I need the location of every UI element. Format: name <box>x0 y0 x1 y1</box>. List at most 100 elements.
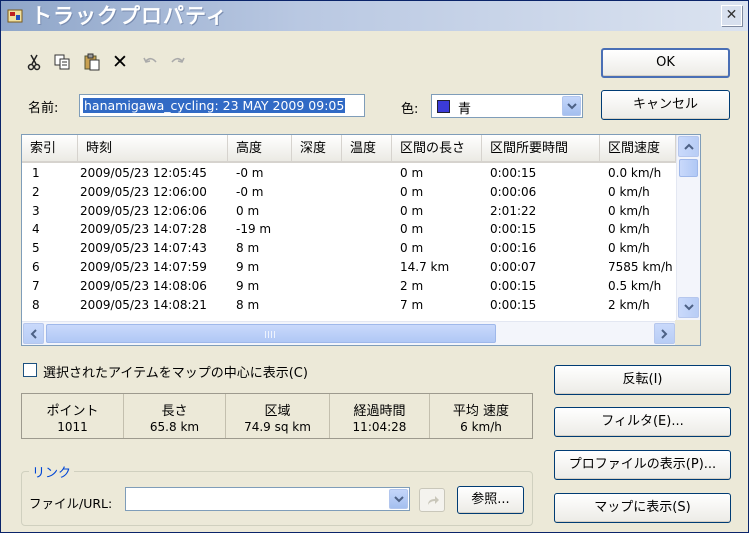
stat-elapsed-time: 経過時間 11:04:28 <box>330 394 430 438</box>
scroll-up-icon[interactable] <box>678 136 699 157</box>
track-points-table[interactable]: 索引 時刻 高度 深度 温度 区間の長さ 区間所要時間 区間速度 1 2009/0… <box>21 134 701 346</box>
cell-index: 7 <box>32 278 40 293</box>
chevron-down-icon[interactable] <box>562 96 581 116</box>
close-icon: ✕ <box>725 7 738 23</box>
cell-leg-time: 0:00:15 <box>490 222 537 237</box>
delete-icon[interactable]: ✕ <box>112 53 130 72</box>
stat-label: 平均 速度 <box>452 404 510 419</box>
cell-leg-time: 0:00:16 <box>490 241 537 256</box>
stat-label: ポイント <box>46 404 99 419</box>
column-header-time[interactable]: 時刻 <box>78 135 228 163</box>
undo-icon[interactable] <box>141 53 159 71</box>
scroll-grip <box>265 331 277 338</box>
file-url-label: ファイル/URL: <box>29 496 113 511</box>
table-row[interactable]: 2 2009/05/23 12:06:00 -0 m 0 m 0:00:06 0 km/h <box>22 184 675 203</box>
stat-value: 65.8 km <box>149 420 200 434</box>
stat-value: 74.9 sq km <box>244 420 311 434</box>
name-field[interactable]: hanamigawa_cycling: 23 MAY 2009 09:05 <box>79 94 365 117</box>
cell-leg-speed: 0 km/h <box>608 241 650 256</box>
table-row[interactable]: 5 2009/05/23 14:07:43 8 m 0 m 0:00:16 0 km/h <box>22 240 675 259</box>
cell-leg-length: 2 m <box>400 278 424 293</box>
cell-leg-length: 0 m <box>400 166 424 180</box>
center-on-map-label[interactable]: 選択されたアイテムをマップの中心に表示(C) <box>43 362 308 381</box>
cell-time: 2009/05/23 12:05:45 <box>80 166 207 180</box>
stat-value: 11:04:28 <box>352 420 407 434</box>
stat-value: 1011 <box>57 420 88 434</box>
table-row[interactable]: 1 2009/05/23 12:05:45 -0 m 0 m 0:00:15 0.0 km… <box>22 165 675 184</box>
ok-button[interactable]: OK <box>601 48 730 78</box>
column-header-leg-time[interactable]: 区間所要時間 <box>482 135 600 163</box>
show-on-map-button[interactable]: マップに表示(S) <box>554 493 731 523</box>
horizontal-scroll-thumb[interactable] <box>46 324 496 343</box>
table-row[interactable]: 6 2009/05/23 14:07:59 9 m 14.7 km 0:00:07 758… <box>22 259 675 278</box>
cell-leg-time: 2:01:22 <box>490 203 537 218</box>
color-label: 色: <box>401 102 419 117</box>
cell-index: 5 <box>32 241 40 256</box>
cell-altitude: 9 m <box>236 278 260 293</box>
cell-altitude: -0 m <box>236 184 264 199</box>
window-title: トラックプロパティ <box>31 4 228 28</box>
column-header-altitude[interactable]: 高度 <box>228 135 292 163</box>
show-profile-button[interactable]: プロファイルの表示(P)... <box>554 450 731 480</box>
column-header-depth[interactable]: 深度 <box>292 135 342 163</box>
table-row[interactable]: 4 2009/05/23 14:07:28 -19 m 0 m 0:00:15 0 km/… <box>22 221 675 240</box>
cell-time: 2009/05/23 12:06:00 <box>80 184 207 199</box>
table-row[interactable]: 3 2009/05/23 12:06:06 0 m 0 m 2:01:22 0 km/h <box>22 203 675 222</box>
color-select[interactable]: 青 <box>431 94 583 118</box>
paste-icon[interactable] <box>83 53 101 71</box>
reverse-button[interactable]: 反転(I) <box>554 365 731 395</box>
table-body: 1 2009/05/23 12:05:45 -0 m 0 m 0:00:15 0.0 km… <box>22 165 675 315</box>
cell-leg-speed: 0 km/h <box>608 222 650 237</box>
stat-area: 区域 74.9 sq km <box>226 394 330 438</box>
table-row[interactable]: 8 2009/05/23 14:08:21 8 m 7 m 0:00:15 2 km/h <box>22 297 675 316</box>
redo-icon[interactable] <box>169 53 187 71</box>
cancel-button[interactable]: キャンセル <box>601 90 730 120</box>
cell-leg-length: 14.7 km <box>400 259 450 274</box>
cell-index: 2 <box>32 184 40 199</box>
cell-leg-speed: 0.5 km/h <box>608 278 662 293</box>
name-value: hanamigawa_cycling: 23 MAY 2009 09:05 <box>83 98 346 113</box>
cell-leg-length: 0 m <box>400 241 424 256</box>
cell-leg-speed: 2 km/h <box>608 297 650 312</box>
horizontal-scrollbar[interactable] <box>22 321 676 345</box>
cell-time: 2009/05/23 14:08:06 <box>80 278 207 293</box>
chevron-down-icon[interactable] <box>389 489 408 509</box>
cell-time: 2009/05/23 14:07:28 <box>80 222 207 237</box>
table-header: 索引 時刻 高度 深度 温度 区間の長さ 区間所要時間 区間速度 <box>22 135 676 163</box>
vertical-scroll-thumb[interactable] <box>679 159 698 177</box>
stat-label: 長さ <box>161 404 188 419</box>
cell-altitude: 9 m <box>236 259 260 274</box>
app-icon <box>7 9 23 23</box>
cell-leg-speed: 0 km/h <box>608 203 650 218</box>
cut-icon[interactable] <box>25 53 43 71</box>
table-row[interactable]: 7 2009/05/23 14:08:06 9 m 2 m 0:00:15 0.5 km/… <box>22 278 675 297</box>
stat-label: 経過時間 <box>353 404 406 419</box>
track-stats: ポイント 1011 長さ 65.8 km 区域 74.9 sq km 経過時間 … <box>21 393 533 439</box>
column-header-leg-length[interactable]: 区間の長さ <box>392 135 482 163</box>
close-button[interactable]: ✕ <box>721 5 742 26</box>
scrollbar-corner <box>675 320 700 345</box>
filter-button[interactable]: フィルタ(E)... <box>554 407 731 437</box>
center-on-map-checkbox[interactable] <box>23 363 37 377</box>
scroll-right-icon[interactable] <box>654 323 675 344</box>
file-url-combo[interactable] <box>125 487 410 511</box>
column-header-leg-speed[interactable]: 区間速度 <box>600 135 676 163</box>
stat-label: 区域 <box>264 404 291 419</box>
scroll-left-icon[interactable] <box>23 323 44 344</box>
column-header-temperature[interactable]: 温度 <box>342 135 392 163</box>
scroll-down-icon[interactable] <box>678 297 699 318</box>
open-link-button[interactable] <box>419 488 445 512</box>
cell-altitude: -0 m <box>236 166 264 180</box>
copy-icon[interactable] <box>53 53 71 71</box>
link-group-title: リンク <box>29 462 75 481</box>
title-bar[interactable]: トラックプロパティ ✕ <box>1 1 748 31</box>
browse-button[interactable]: 参照... <box>457 486 524 514</box>
stat-value: 6 km/h <box>460 420 502 434</box>
vertical-scrollbar[interactable] <box>676 135 700 320</box>
cell-time: 2009/05/23 14:08:21 <box>80 297 207 312</box>
cell-index: 6 <box>32 259 40 274</box>
stat-points: ポイント 1011 <box>22 394 124 438</box>
column-header-index[interactable]: 索引 <box>22 135 78 163</box>
cell-time: 2009/05/23 14:07:59 <box>80 259 207 274</box>
cell-leg-time: 0:00:15 <box>490 297 537 312</box>
